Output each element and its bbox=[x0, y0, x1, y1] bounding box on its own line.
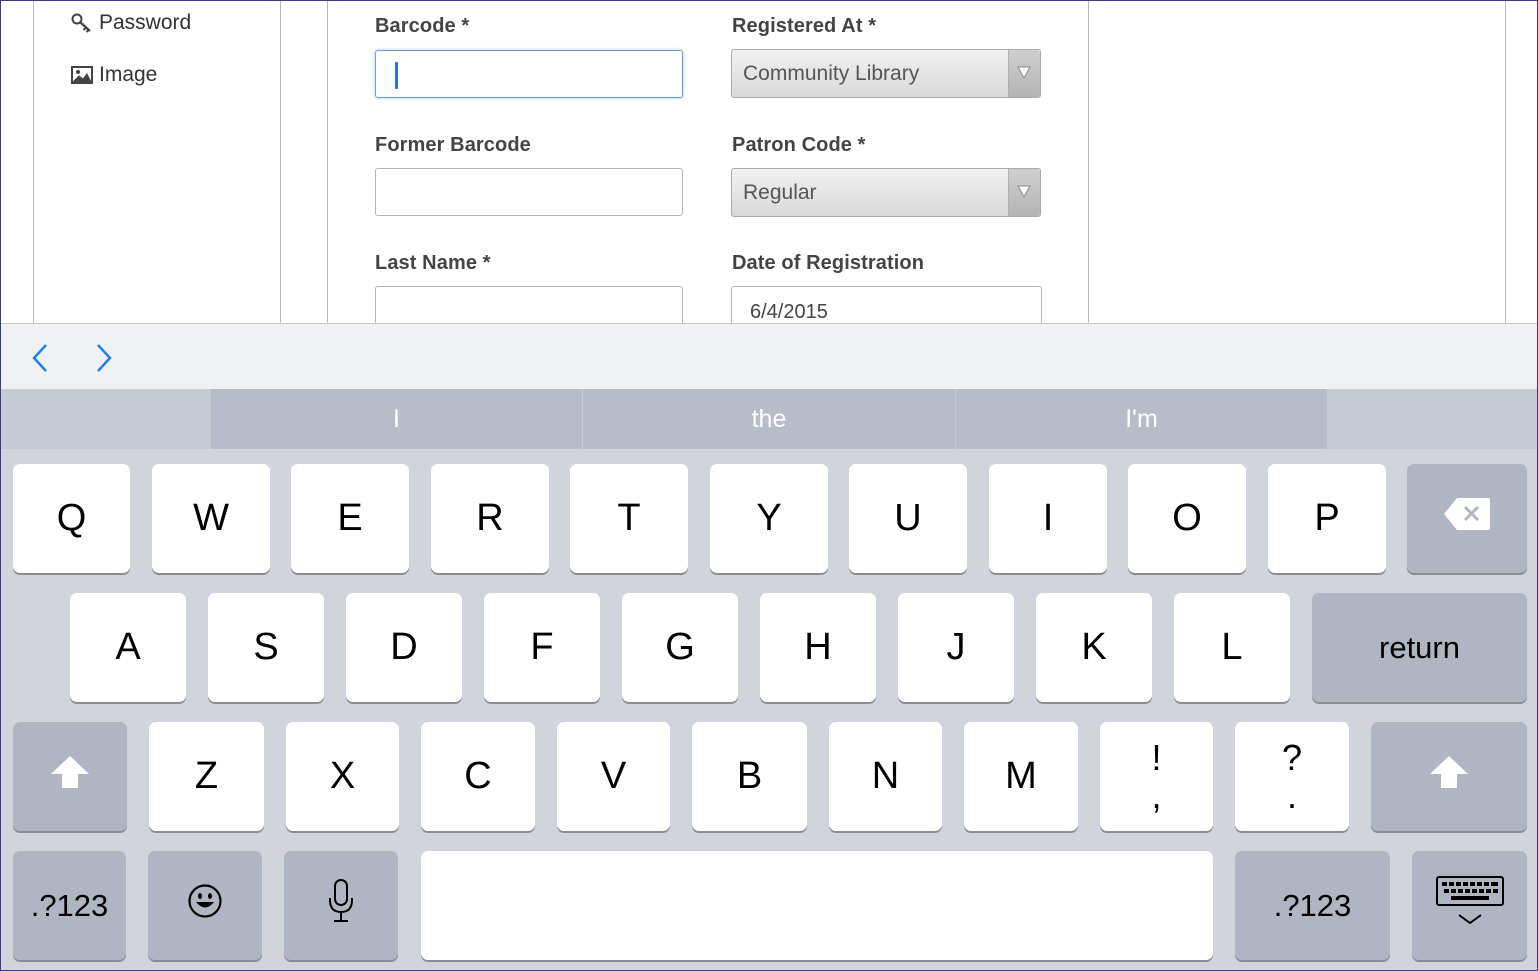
key-o[interactable]: O bbox=[1128, 464, 1246, 573]
divider bbox=[1505, 1, 1506, 323]
key-z[interactable]: Z bbox=[149, 722, 264, 831]
date-of-registration-input[interactable]: 6/4/2015 bbox=[731, 286, 1042, 323]
prediction-item[interactable]: I bbox=[211, 389, 582, 449]
former-barcode-input[interactable] bbox=[375, 168, 683, 216]
key-d[interactable]: D bbox=[346, 593, 462, 702]
key-bottom-char: , bbox=[1151, 774, 1162, 816]
key-f[interactable]: F bbox=[484, 593, 600, 702]
sidebar-item-label: Image bbox=[99, 63, 158, 86]
dropdown-arrow-icon bbox=[1008, 50, 1040, 97]
key-w[interactable]: W bbox=[152, 464, 270, 573]
delete-key[interactable] bbox=[1407, 464, 1527, 573]
last-name-label: Last Name * bbox=[375, 252, 491, 274]
next-field-button[interactable] bbox=[89, 340, 119, 376]
divider bbox=[1088, 1, 1089, 323]
registered-at-value: Community Library bbox=[743, 62, 920, 85]
sidebar-item-label: Password bbox=[99, 11, 192, 34]
key-l[interactable]: L bbox=[1174, 593, 1290, 702]
shift-icon bbox=[1429, 755, 1469, 799]
app-frame: Password Image Barcode * Registered At *… bbox=[0, 0, 1538, 971]
key-k[interactable]: K bbox=[1036, 593, 1152, 702]
numbers-key-right[interactable]: .?123 bbox=[1235, 851, 1390, 960]
dropdown-arrow-icon bbox=[1008, 169, 1040, 216]
key-h[interactable]: H bbox=[760, 593, 876, 702]
divider bbox=[327, 1, 328, 323]
key-top-char: ! bbox=[1151, 736, 1162, 778]
registered-at-label: Registered At * bbox=[732, 15, 877, 37]
key-b[interactable]: B bbox=[692, 722, 807, 831]
key-n[interactable]: N bbox=[829, 722, 942, 831]
former-barcode-label: Former Barcode bbox=[375, 134, 531, 156]
key-p[interactable]: P bbox=[1268, 464, 1386, 573]
onscreen-keyboard: I the I'm Q W E R T Y U I O P A S D F G … bbox=[1, 389, 1537, 970]
numbers-key-left[interactable]: .?123 bbox=[13, 851, 126, 960]
date-of-registration-label: Date of Registration bbox=[732, 252, 925, 274]
space-key[interactable] bbox=[421, 851, 1213, 960]
key-v[interactable]: V bbox=[557, 722, 670, 831]
prediction-item[interactable]: the bbox=[583, 389, 955, 449]
sidebar-item-image[interactable]: Image bbox=[71, 63, 157, 87]
date-of-registration-value: 6/4/2015 bbox=[750, 301, 828, 323]
key-top-char: ? bbox=[1281, 736, 1303, 778]
key-i[interactable]: I bbox=[989, 464, 1107, 573]
patron-code-select[interactable]: Regular bbox=[731, 168, 1041, 217]
divider bbox=[33, 1, 34, 323]
barcode-label: Barcode * bbox=[375, 15, 470, 37]
image-icon bbox=[71, 66, 93, 84]
divider bbox=[280, 1, 281, 323]
barcode-input[interactable] bbox=[375, 50, 683, 98]
text-cursor bbox=[395, 62, 398, 89]
shift-key-left[interactable] bbox=[13, 722, 127, 831]
chevron-right-icon bbox=[89, 344, 119, 380]
patron-form-view: Password Image Barcode * Registered At *… bbox=[1, 1, 1537, 323]
delete-icon bbox=[1443, 497, 1491, 541]
key-t[interactable]: T bbox=[570, 464, 688, 573]
key-bottom-char: . bbox=[1286, 774, 1297, 816]
predictive-bar: I the I'm bbox=[1, 389, 1537, 449]
key-g[interactable]: G bbox=[622, 593, 738, 702]
key-exclamation-comma[interactable]: ! , bbox=[1100, 722, 1213, 831]
key-icon bbox=[71, 13, 93, 33]
key-q[interactable]: Q bbox=[13, 464, 130, 573]
dismiss-keyboard-icon bbox=[1435, 875, 1505, 937]
key-e[interactable]: E bbox=[291, 464, 409, 573]
patron-code-label: Patron Code * bbox=[732, 134, 866, 156]
form-accessory-bar bbox=[1, 323, 1537, 390]
previous-field-button[interactable] bbox=[27, 340, 57, 376]
key-c[interactable]: C bbox=[421, 722, 535, 831]
return-key[interactable]: return bbox=[1312, 593, 1527, 702]
key-s[interactable]: S bbox=[208, 593, 324, 702]
key-question-period[interactable]: ? . bbox=[1235, 722, 1349, 831]
chevron-left-icon bbox=[27, 344, 57, 380]
dismiss-keyboard-key[interactable] bbox=[1412, 851, 1527, 960]
key-r[interactable]: R bbox=[431, 464, 549, 573]
key-y[interactable]: Y bbox=[710, 464, 828, 573]
dictation-key[interactable] bbox=[284, 851, 398, 960]
key-m[interactable]: M bbox=[964, 722, 1078, 831]
registered-at-select[interactable]: Community Library bbox=[731, 49, 1041, 98]
key-j[interactable]: J bbox=[898, 593, 1014, 702]
shift-icon bbox=[50, 755, 90, 799]
key-u[interactable]: U bbox=[849, 464, 967, 573]
sidebar-item-password[interactable]: Password bbox=[71, 11, 191, 35]
prediction-item[interactable]: I'm bbox=[956, 389, 1327, 449]
shift-key-right[interactable] bbox=[1371, 722, 1527, 831]
key-a[interactable]: A bbox=[70, 593, 186, 702]
microphone-icon bbox=[328, 878, 354, 933]
key-x[interactable]: X bbox=[286, 722, 399, 831]
emoji-key[interactable] bbox=[148, 851, 262, 960]
emoji-icon bbox=[187, 883, 223, 929]
last-name-input[interactable] bbox=[375, 286, 683, 323]
patron-code-value: Regular bbox=[743, 181, 817, 204]
